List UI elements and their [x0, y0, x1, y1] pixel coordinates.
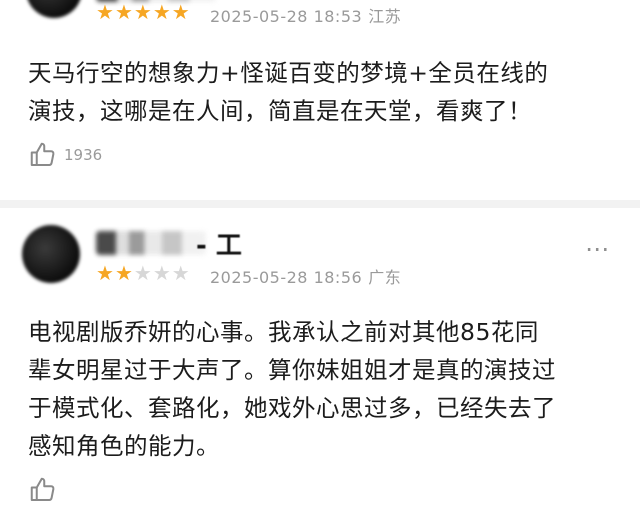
star-icon-empty: ★ — [171, 261, 190, 285]
review-text-line: 于模式化、套路化，她戏外心思过多，已经失去了 — [28, 394, 556, 422]
star-icon-empty: ★ — [133, 261, 152, 285]
review-meta: 2025-05-28 18:53 江苏 — [210, 3, 401, 27]
review-card-1: ★ ★ ★ ★ ★ 2025-05-28 18:53 江苏 天马行空的想象力+怪诞… — [0, 0, 640, 205]
review-card-2: - 工 ⋯ ★ ★ ★ ★ ★ 2025-05-28 18:56 广东 电视剧版乔… — [0, 205, 640, 501]
star-icon-filled: ★ — [133, 0, 152, 24]
review-location: 江苏 — [368, 7, 402, 26]
avatar[interactable] — [26, 0, 82, 18]
review-date: 2025-05-28 18:56 — [210, 268, 363, 287]
star-rating: ★ ★ ★ ★ ★ — [96, 263, 190, 283]
star-rating: ★ ★ ★ ★ ★ — [96, 2, 190, 22]
like-button[interactable] — [28, 475, 58, 505]
like-button[interactable]: 1936 — [28, 140, 102, 170]
review-text: 天马行空的想象力+怪诞百变的梦境+全员在线的 演技，这哪是在人间，简直是在天堂，… — [28, 54, 612, 130]
review-location: 广东 — [368, 268, 402, 287]
avatar[interactable] — [22, 225, 80, 283]
username-visible-part[interactable]: - 工 — [196, 225, 242, 262]
review-text-line: 演技，这哪是在人间，简直是在天堂，看爽了！ — [28, 97, 532, 125]
review-text: 电视剧版乔妍的心事。我承认之前对其他85花同 辈女明星过于大声了。算你妹姐姐才是… — [28, 313, 612, 465]
star-icon-filled: ★ — [152, 0, 171, 24]
thumbs-up-icon — [30, 142, 55, 166]
review-text-line: 辈女明星过于大声了。算你妹姐姐才是真的演技过 — [28, 356, 556, 384]
like-count: 1936 — [64, 146, 103, 164]
review-date: 2025-05-28 18:53 — [210, 7, 363, 26]
review-text-line: 感知角色的能力。 — [28, 432, 220, 460]
more-options-icon[interactable]: ⋯ — [585, 235, 610, 263]
star-icon-filled: ★ — [114, 0, 133, 24]
star-icon-empty: ★ — [152, 261, 171, 285]
star-icon-filled: ★ — [114, 261, 133, 285]
review-meta: 2025-05-28 18:56 广东 — [210, 264, 401, 288]
star-icon-filled: ★ — [96, 0, 114, 24]
username-blurred[interactable] — [96, 231, 206, 255]
review-text-line: 电视剧版乔妍的心事。我承认之前对其他85花同 — [28, 318, 539, 346]
star-icon-filled: ★ — [96, 261, 114, 285]
star-icon-filled: ★ — [171, 0, 190, 24]
review-text-line: 天马行空的想象力+怪诞百变的梦境+全员在线的 — [28, 59, 549, 87]
thumbs-up-icon — [30, 477, 55, 501]
